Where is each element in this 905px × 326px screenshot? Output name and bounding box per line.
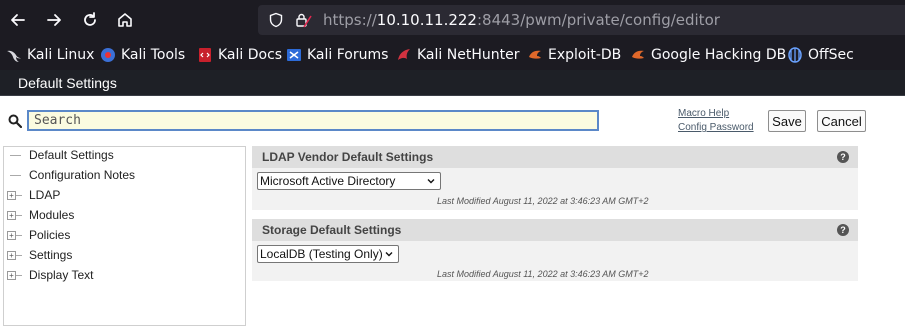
last-modified-text: Last Modified August 11, 2022 at 3:46:23…	[437, 196, 649, 206]
address-bar[interactable]: https://10.10.11.222:8443/pwm/private/co…	[258, 5, 905, 35]
search-input[interactable]	[27, 110, 599, 131]
kali-tools-icon	[100, 47, 116, 63]
reload-icon	[84, 12, 96, 26]
cancel-button[interactable]: Cancel	[817, 110, 866, 132]
exploitdb-icon	[527, 47, 543, 63]
kali-docs-icon	[197, 47, 213, 63]
bookmark-label: Kali NetHunter	[417, 47, 520, 63]
chevron-down-icon	[427, 179, 435, 184]
settings-tree: Default Settings Configuration Notes + L…	[3, 146, 246, 326]
tree-connector	[16, 235, 22, 236]
app-header: Default Settings	[0, 70, 905, 96]
help-icon[interactable]: ?	[837, 224, 849, 236]
tree-connector	[10, 175, 21, 176]
bookmark-kali-nethunter[interactable]: Kali NetHunter	[396, 46, 519, 64]
bookmark-label: OffSec	[808, 47, 854, 63]
arrow-left-icon	[11, 14, 25, 26]
bookmark-exploit-db[interactable]: Exploit-DB	[527, 46, 621, 64]
kali-dragon-icon	[6, 47, 22, 63]
bookmark-label: Exploit-DB	[548, 47, 622, 63]
browser-nav-bar: https://10.10.11.222:8443/pwm/private/co…	[0, 0, 905, 40]
setting-panel-ldap-vendor: LDAP Vendor Default Settings ? Microsoft…	[252, 146, 858, 210]
bookmark-google-hacking-db[interactable]: Google Hacking DB	[630, 46, 786, 64]
panel-header: Storage Default Settings ?	[252, 219, 858, 241]
panel-title: LDAP Vendor Default Settings	[262, 150, 434, 164]
expand-icon[interactable]: +	[7, 191, 16, 200]
bookmark-offsec[interactable]: OffSec	[787, 46, 854, 64]
select-value: Microsoft Active Directory	[260, 174, 396, 188]
url-host: 10.10.11.222	[376, 11, 477, 29]
tree-item-label: LDAP	[29, 188, 61, 202]
bookmark-kali-forums[interactable]: Kali Forums	[286, 46, 388, 64]
tree-connector	[16, 215, 22, 216]
expand-icon[interactable]: +	[7, 271, 16, 280]
bookmark-kali-docs[interactable]: Kali Docs	[197, 46, 282, 64]
save-button[interactable]: Save	[768, 110, 806, 132]
setting-panel-storage: Storage Default Settings ? LocalDB (Test…	[252, 219, 858, 281]
reload-button[interactable]	[78, 8, 102, 32]
forward-button[interactable]	[42, 8, 66, 32]
tree-item-label: Configuration Notes	[29, 168, 136, 182]
search-icon	[8, 114, 22, 128]
bookmark-label: Kali Tools	[121, 47, 186, 63]
shield-icon	[269, 12, 283, 28]
bookmark-label: Kali Docs	[218, 47, 283, 63]
ghdb-icon	[630, 47, 646, 63]
macro-help-link[interactable]: Macro Help	[678, 108, 729, 119]
select-value: LocalDB (Testing Only)	[260, 247, 383, 261]
bookmark-kali-linux[interactable]: Kali Linux	[6, 46, 94, 64]
tree-connector	[16, 195, 22, 196]
tree-item-label: Policies	[29, 228, 71, 242]
help-icon[interactable]: ?	[837, 151, 849, 163]
tree-connector	[16, 255, 22, 256]
expand-icon[interactable]: +	[7, 251, 16, 260]
tree-item-label: Display Text	[29, 268, 94, 282]
url-path: :8443/pwm/private/config/editor	[476, 11, 720, 29]
storage-select[interactable]: LocalDB (Testing Only)	[257, 245, 399, 263]
tree-connector	[10, 155, 21, 156]
ldap-vendor-select[interactable]: Microsoft Active Directory	[257, 172, 441, 190]
tree-connector	[16, 275, 22, 276]
tree-item-label: Modules	[29, 208, 75, 222]
bookmark-label: Google Hacking DB	[651, 47, 787, 63]
tree-item-label: Settings	[29, 248, 73, 262]
config-password-link[interactable]: Config Password	[678, 122, 754, 133]
bookmark-label: Kali Forums	[307, 47, 389, 63]
back-button[interactable]	[6, 8, 30, 32]
bookmark-kali-tools[interactable]: Kali Tools	[100, 46, 185, 64]
bookmarks-bar: Kali Linux Kali Tools Kali Docs Kali For…	[0, 40, 905, 70]
panel-header: LDAP Vendor Default Settings ?	[252, 146, 858, 168]
kali-forums-icon	[286, 47, 302, 63]
panel-title: Storage Default Settings	[262, 223, 402, 237]
url-prefix: https://	[323, 11, 377, 29]
offsec-icon	[787, 47, 803, 63]
chevron-down-icon	[385, 252, 393, 257]
arrow-right-icon	[47, 14, 61, 26]
lock-warning-icon[interactable]	[295, 12, 313, 28]
bookmark-label: Kali Linux	[27, 47, 95, 63]
page-title: Default Settings	[18, 75, 117, 91]
expand-icon[interactable]: +	[7, 231, 16, 240]
expand-icon[interactable]: +	[7, 211, 16, 220]
last-modified-text: Last Modified August 11, 2022 at 3:46:23…	[437, 269, 649, 279]
tree-item-label: Default Settings	[29, 148, 114, 162]
home-icon	[118, 13, 132, 27]
nethunter-icon	[396, 47, 412, 63]
home-button[interactable]	[113, 8, 137, 32]
url-text: https://10.10.11.222:8443/pwm/private/co…	[323, 11, 720, 29]
